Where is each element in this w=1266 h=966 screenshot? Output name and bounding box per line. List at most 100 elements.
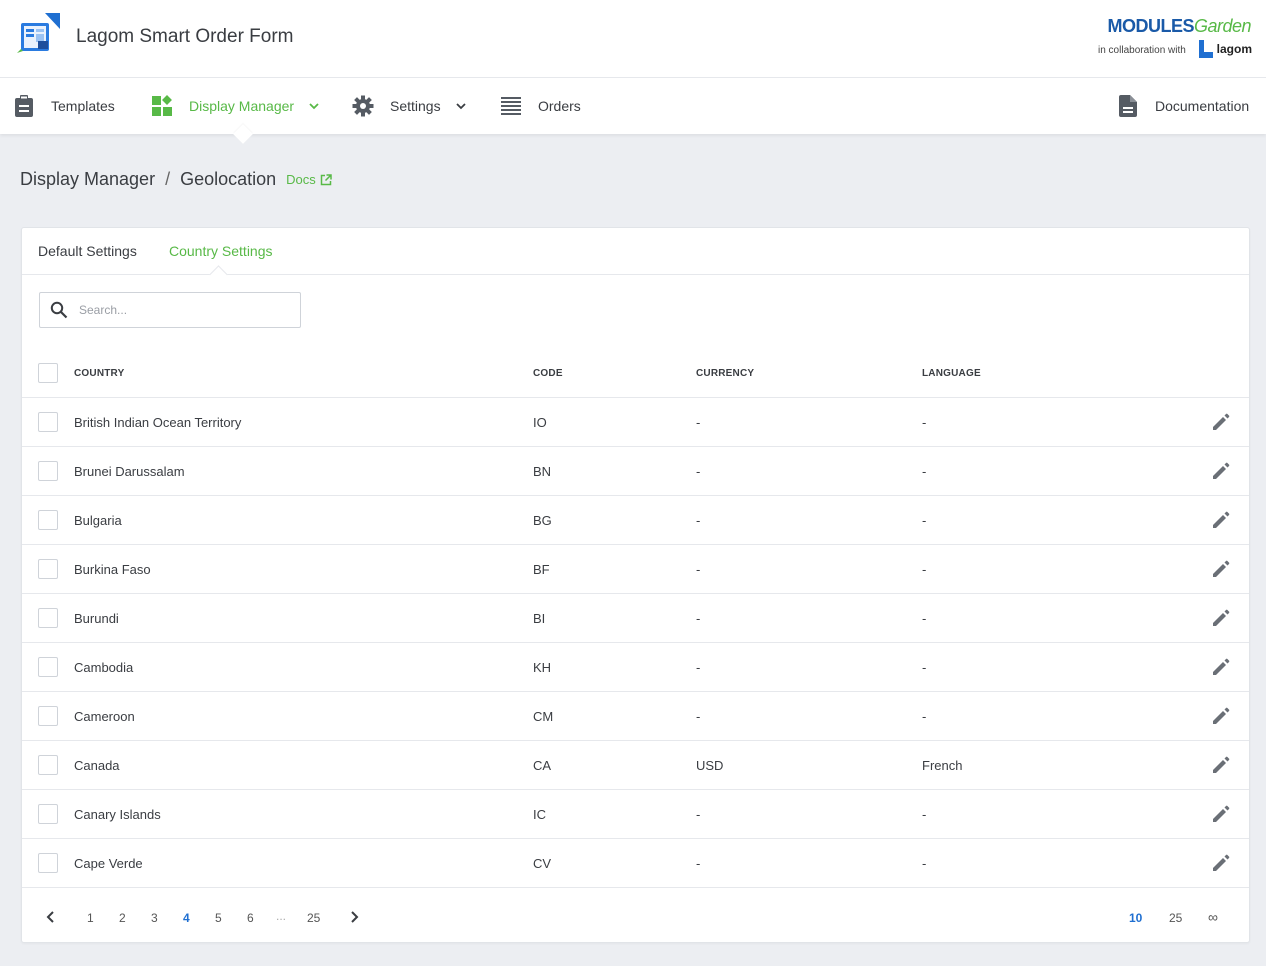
- table-row: Cape Verde CV - -: [22, 839, 1249, 888]
- table-header: COUNTRY CODE CURRENCY LANGUAGE: [22, 348, 1249, 398]
- page-4-current[interactable]: 4: [183, 911, 190, 925]
- pencil-icon[interactable]: [1211, 510, 1231, 530]
- clipboard-icon: [13, 95, 35, 117]
- chevron-right-icon[interactable]: [347, 910, 361, 924]
- cell-language: -: [922, 464, 927, 479]
- row-checkbox[interactable]: [38, 412, 58, 432]
- lagom-mark-icon: [1198, 40, 1213, 58]
- top-bar: Lagom Smart Order Form MODULESGarden in …: [0, 0, 1266, 78]
- pencil-icon[interactable]: [1211, 559, 1231, 579]
- row-checkbox[interactable]: [38, 657, 58, 677]
- tab-default-settings[interactable]: Default Settings: [38, 243, 137, 259]
- page-3[interactable]: 3: [151, 911, 158, 925]
- select-all-checkbox[interactable]: [38, 363, 58, 383]
- breadcrumb-parent[interactable]: Display Manager: [20, 169, 155, 190]
- cell-country: Burundi: [74, 611, 119, 626]
- table-row: Bulgaria BG - -: [22, 496, 1249, 545]
- lagom-text: lagom: [1216, 42, 1252, 56]
- list-icon: [500, 95, 522, 117]
- row-checkbox[interactable]: [38, 461, 58, 481]
- pencil-icon[interactable]: [1211, 804, 1231, 824]
- cell-currency: -: [696, 415, 701, 430]
- page-5[interactable]: 5: [215, 911, 222, 925]
- pencil-icon[interactable]: [1211, 755, 1231, 775]
- row-checkbox[interactable]: [38, 755, 58, 775]
- page-6[interactable]: 6: [247, 911, 254, 925]
- column-header-currency[interactable]: CURRENCY: [696, 368, 754, 379]
- pencil-icon[interactable]: [1211, 853, 1231, 873]
- per-page-all[interactable]: ∞: [1208, 909, 1218, 925]
- cell-currency: -: [696, 709, 701, 724]
- cell-code: BN: [533, 464, 552, 479]
- cell-language: -: [922, 856, 927, 871]
- row-checkbox[interactable]: [38, 559, 58, 579]
- countries-table: COUNTRY CODE CURRENCY LANGUAGE British I…: [22, 348, 1249, 888]
- app-title: Lagom Smart Order Form: [76, 26, 294, 47]
- pencil-icon[interactable]: [1211, 461, 1231, 481]
- table-row: Canary Islands IC - -: [22, 790, 1249, 839]
- pencil-icon[interactable]: [1211, 706, 1231, 726]
- cell-country: Canary Islands: [74, 807, 161, 822]
- cell-country: Cameroon: [74, 709, 135, 724]
- column-header-language[interactable]: LANGUAGE: [922, 368, 981, 379]
- nav-display-manager-label: Display Manager: [189, 98, 295, 114]
- row-checkbox[interactable]: [38, 608, 58, 628]
- cell-country: British Indian Ocean Territory: [74, 415, 242, 430]
- chevron-left-icon[interactable]: [44, 910, 58, 924]
- cell-language: French: [922, 758, 963, 773]
- document-icon: [1117, 95, 1139, 117]
- chevron-down-icon: [309, 103, 319, 110]
- nav-documentation[interactable]: Documentation: [1117, 78, 1249, 134]
- page-1[interactable]: 1: [87, 911, 94, 925]
- brand-garden-text: Garden: [1193, 16, 1252, 36]
- table-row: Burundi BI - -: [22, 594, 1249, 643]
- cell-code: IO: [533, 415, 547, 430]
- row-checkbox[interactable]: [38, 510, 58, 530]
- pencil-icon[interactable]: [1211, 657, 1231, 677]
- cell-currency: -: [696, 807, 701, 822]
- chevron-down-icon: [455, 103, 466, 110]
- cell-code: CM: [533, 709, 554, 724]
- cell-country: Burkina Faso: [74, 562, 151, 577]
- gear-icon: [352, 95, 374, 117]
- row-checkbox[interactable]: [38, 804, 58, 824]
- nav-display-manager[interactable]: Display Manager: [151, 78, 320, 134]
- row-checkbox[interactable]: [38, 853, 58, 873]
- cell-language: -: [922, 807, 927, 822]
- cell-language: -: [922, 562, 927, 577]
- column-header-code[interactable]: CODE: [533, 368, 563, 379]
- cell-currency: -: [696, 660, 701, 675]
- column-header-country[interactable]: COUNTRY: [74, 368, 124, 379]
- cell-currency: -: [696, 856, 701, 871]
- nav-settings[interactable]: Settings: [352, 78, 467, 134]
- cell-language: -: [922, 513, 927, 528]
- page-2[interactable]: 2: [119, 911, 126, 925]
- geolocation-card: Default Settings Country Settings COUNTR…: [21, 227, 1250, 943]
- docs-link[interactable]: Docs: [286, 172, 332, 187]
- pencil-icon[interactable]: [1211, 412, 1231, 432]
- lagom-logo: lagom: [1198, 40, 1252, 58]
- table-row: Canada CA USD French: [22, 741, 1249, 790]
- external-link-icon: [320, 173, 332, 185]
- cell-code: IC: [533, 807, 546, 822]
- breadcrumb-separator: /: [165, 169, 171, 189]
- nav-orders[interactable]: Orders: [500, 78, 581, 134]
- nav-templates[interactable]: Templates: [13, 78, 115, 134]
- cell-code: BF: [533, 562, 550, 577]
- page-last[interactable]: 25: [307, 911, 320, 925]
- cell-code: BI: [533, 611, 546, 626]
- table-row: Cameroon CM - -: [22, 692, 1249, 741]
- cell-currency: -: [696, 464, 701, 479]
- search-input[interactable]: [79, 303, 279, 317]
- search-icon: [50, 301, 68, 319]
- breadcrumb: Display Manager / Geolocation Docs: [20, 169, 332, 190]
- per-page-10[interactable]: 10: [1129, 911, 1142, 925]
- per-page-25[interactable]: 25: [1169, 911, 1182, 925]
- tab-country-settings[interactable]: Country Settings: [169, 243, 273, 259]
- cell-country: Brunei Darussalam: [74, 464, 185, 479]
- cell-currency: USD: [696, 758, 724, 773]
- pencil-icon[interactable]: [1211, 608, 1231, 628]
- cell-language: -: [922, 709, 927, 724]
- cell-currency: -: [696, 611, 701, 626]
- row-checkbox[interactable]: [38, 706, 58, 726]
